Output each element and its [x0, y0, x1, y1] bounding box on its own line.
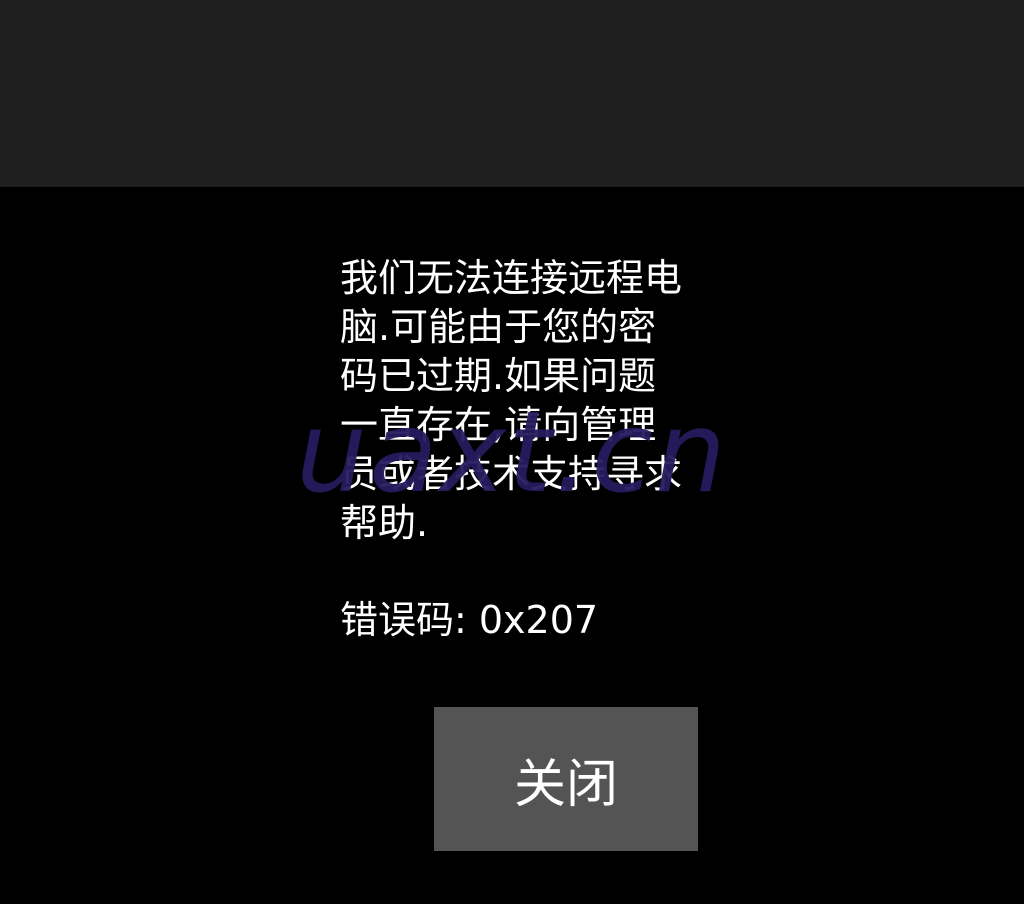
- close-button[interactable]: 关闭: [434, 707, 698, 851]
- top-bar: [0, 0, 1024, 187]
- error-message: 我们无法连接远程电脑.可能由于您的密码已过期.如果问题一直存在,请向管理员或者技…: [340, 256, 683, 545]
- error-code: 错误码: 0x207: [340, 598, 599, 642]
